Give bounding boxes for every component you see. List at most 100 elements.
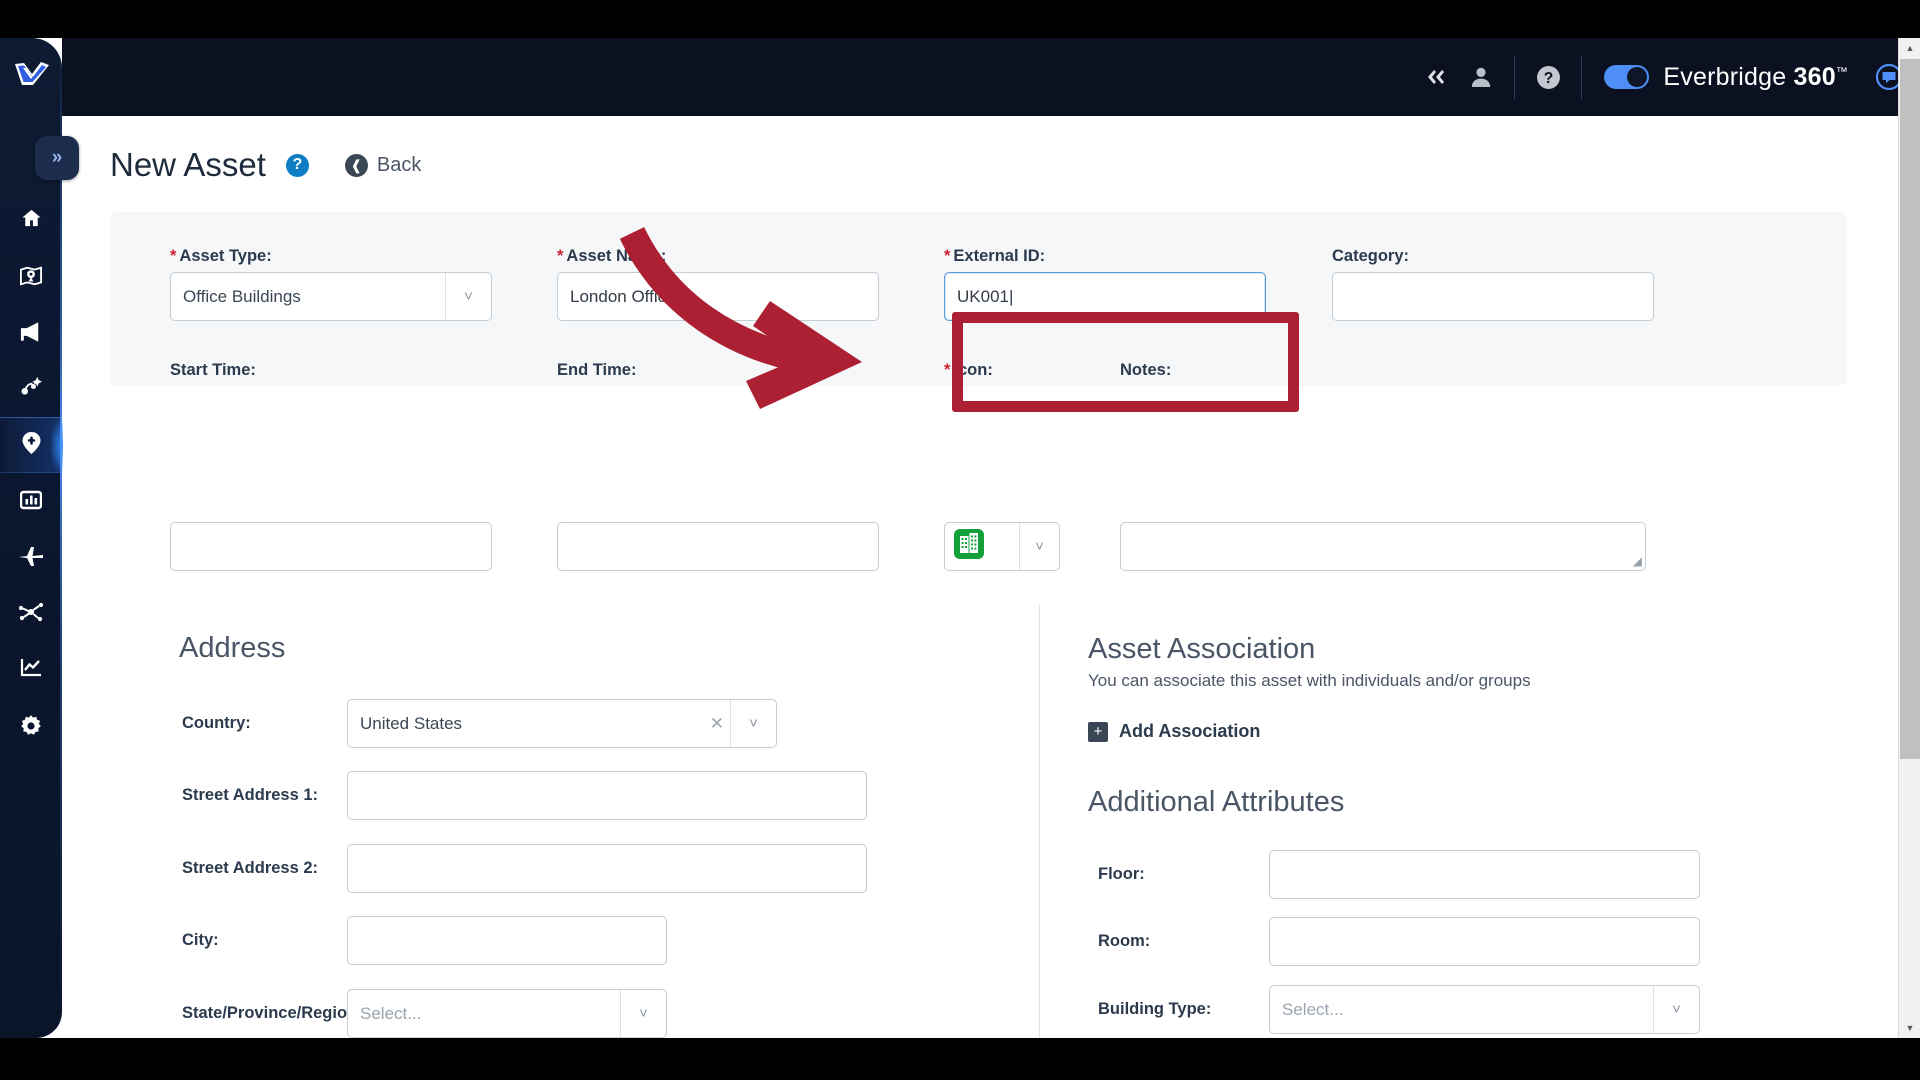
vertical-scrollbar[interactable]: ▲ ▼	[1898, 38, 1920, 1038]
plus-square-icon: +	[1088, 721, 1108, 742]
required-marker: *	[557, 247, 564, 265]
city-input[interactable]	[347, 916, 667, 965]
everbridge-logo-icon[interactable]	[12, 54, 52, 94]
page-help-icon[interactable]: ?	[285, 153, 309, 177]
asset-name-label: * Asset Name:	[557, 247, 667, 265]
street1-label: Street Address 1:	[182, 786, 319, 804]
top-header-bar: ? Everbridge 360™	[62, 38, 1920, 116]
chevron-down-icon[interactable]: ˅	[1653, 986, 1699, 1033]
end-time-input[interactable]	[557, 522, 879, 571]
clear-country-icon[interactable]: ✕	[704, 714, 730, 734]
back-label: Back	[376, 153, 422, 176]
sidebar-item-universe[interactable]	[0, 250, 62, 306]
additional-attributes-heading: Additional Attributes	[1088, 786, 1345, 818]
sidebar-item-workflows[interactable]	[0, 361, 62, 417]
asset-type-label: * Asset Type:	[170, 247, 272, 265]
start-time-input[interactable]	[170, 522, 492, 571]
everbridge-360-toggle[interactable]	[1604, 65, 1650, 89]
chevron-down-icon[interactable]: ˅	[730, 700, 776, 747]
state-select[interactable]: Select... ˅	[347, 989, 667, 1038]
sidebar-item-home[interactable]	[0, 193, 62, 249]
chevron-down-icon[interactable]: ˅	[1019, 523, 1059, 570]
external-id-value: UK001	[957, 286, 1009, 306]
scroll-up-arrow[interactable]: ▲	[1899, 38, 1920, 58]
analytics-icon	[20, 657, 43, 683]
state-placeholder: Select...	[360, 1003, 422, 1023]
svg-text:?: ?	[1544, 70, 1554, 87]
sidebar-item-settings[interactable]	[0, 700, 62, 756]
brand-area: Everbridge 360™	[1604, 63, 1902, 92]
floor-input[interactable]	[1269, 850, 1700, 899]
room-input[interactable]	[1269, 917, 1700, 966]
brand-suffix: 360	[1793, 62, 1836, 91]
back-button[interactable]: ❰ Back	[344, 153, 422, 177]
brand-label: Everbridge 360™	[1663, 63, 1848, 92]
add-association-label: Add Association	[1119, 721, 1261, 741]
building-type-select[interactable]: Select... ˅	[1269, 985, 1700, 1034]
asset-type-value: Office Buildings	[183, 286, 301, 306]
external-id-input[interactable]: UK001 |	[944, 272, 1266, 321]
floor-label: Floor:	[1098, 865, 1145, 883]
end-time-label: End Time:	[557, 361, 637, 379]
sidebar-collapse-label: »	[51, 147, 63, 168]
screen-letterbox: » ? Everbridge 360™ New Asset ? ❰ Back *…	[0, 0, 1920, 1080]
external-id-label: * External ID:	[944, 247, 1046, 265]
start-time-label: Start Time:	[170, 361, 256, 379]
resize-handle-icon[interactable]: ◢	[1633, 554, 1642, 568]
map-pin-icon	[19, 265, 43, 292]
user-icon[interactable]	[1458, 54, 1504, 100]
asset-type-select[interactable]: Office Buildings ˅	[170, 272, 492, 321]
left-sidebar: »	[0, 38, 79, 1038]
street-address-2-input[interactable]	[347, 844, 867, 893]
browser-viewport: » ? Everbridge 360™ New Asset ? ❰ Back *…	[0, 38, 1920, 1038]
country-select[interactable]: United States ✕ ˅	[347, 699, 777, 748]
asset-name-input[interactable]: London Office	[557, 272, 879, 321]
sidebar-item-reports[interactable]	[0, 474, 62, 530]
asset-name-value: London Office	[570, 286, 676, 306]
required-marker: *	[944, 361, 951, 379]
bar-chart-icon	[19, 490, 43, 515]
asset-details-panel: * Asset Type: * Asset Name: * External ID: …	[110, 212, 1847, 386]
street-address-1-input[interactable]	[347, 771, 867, 820]
street2-label: Street Address 2:	[182, 859, 319, 877]
question-circle-icon[interactable]: ?	[1525, 54, 1571, 100]
chevron-down-icon[interactable]: ˅	[445, 273, 491, 320]
required-marker: *	[170, 247, 177, 265]
asset-association-section: Asset Association You can associate this…	[1088, 633, 1531, 742]
sidebar-item-assets[interactable]	[0, 417, 63, 473]
notes-textarea[interactable]: ◢	[1120, 522, 1646, 571]
home-icon	[20, 207, 43, 235]
sidebar-item-notifications[interactable]	[0, 306, 62, 362]
page-title: New Asset	[110, 146, 266, 183]
header-divider-2	[1581, 55, 1583, 99]
country-value: United States	[360, 713, 463, 733]
icon-field-label: * Icon:	[944, 361, 993, 379]
icon-select[interactable]: ˅	[944, 522, 1060, 571]
airplane-icon	[18, 545, 44, 572]
workflow-icon	[20, 375, 43, 403]
category-input[interactable]	[1332, 272, 1654, 321]
city-label: City:	[182, 931, 219, 949]
sidebar-collapse-toggle[interactable]: »	[35, 136, 79, 180]
building-icon	[954, 529, 984, 564]
scroll-down-arrow[interactable]: ▼	[1899, 1018, 1920, 1038]
megaphone-icon	[19, 321, 44, 348]
add-association-button[interactable]: + Add Association	[1088, 721, 1531, 742]
sidebar-item-analytics[interactable]	[0, 642, 62, 698]
category-label: Category:	[1332, 247, 1410, 265]
asset-association-subtitle: You can associate this asset with indivi…	[1088, 671, 1531, 690]
column-divider	[1039, 604, 1040, 1038]
country-label: Country:	[182, 714, 251, 732]
network-icon	[18, 601, 44, 628]
chevron-down-icon[interactable]: ˅	[620, 990, 666, 1037]
arrow-left-circle-icon: ❰	[344, 153, 368, 177]
header-collapse-icon[interactable]	[1412, 54, 1458, 100]
scrollbar-thumb[interactable]	[1900, 59, 1920, 759]
brand-name: Everbridge	[1663, 62, 1787, 91]
header-divider-1	[1514, 55, 1516, 99]
sidebar-item-crisis-management[interactable]	[0, 586, 62, 642]
required-marker: *	[944, 247, 951, 265]
asset-association-heading: Asset Association	[1088, 633, 1316, 665]
building-type-label: Building Type:	[1098, 1000, 1212, 1018]
sidebar-item-travel[interactable]	[0, 530, 62, 586]
